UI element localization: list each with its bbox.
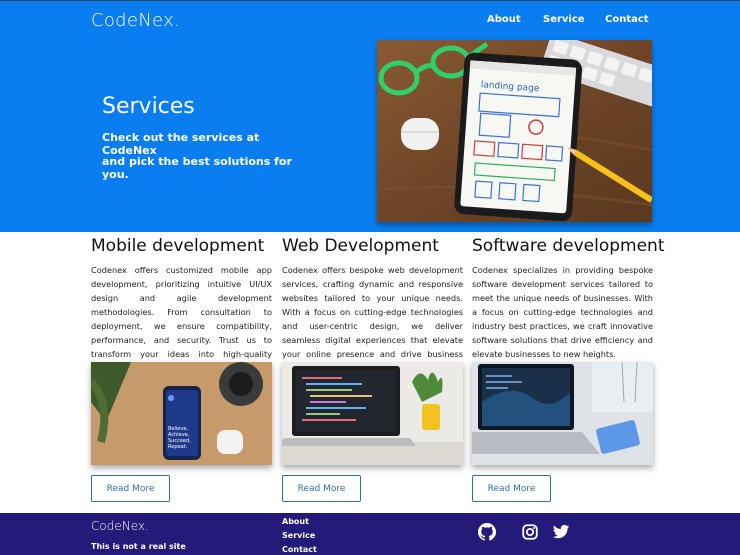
laptop-desk-image <box>472 362 653 465</box>
twitter-icon[interactable] <box>551 523 571 541</box>
main-nav: About Service Contact <box>0 14 740 28</box>
footer-links: About Service Contact <box>282 515 317 555</box>
instagram-icon[interactable] <box>521 523 539 541</box>
github-icon[interactable] <box>478 523 496 541</box>
service-description: Codenex offers bespoke web development s… <box>282 265 463 373</box>
nav-service-link[interactable]: Service <box>543 14 585 25</box>
page-title: Services <box>102 94 195 119</box>
read-more-button[interactable]: Read More <box>91 475 170 502</box>
service-description: Codenex offers customized mobile app dev… <box>91 265 272 373</box>
footer-service-link[interactable]: Service <box>282 529 317 543</box>
service-title: Mobile development <box>91 236 265 256</box>
mobile-phone-image: Believe, Achieve, Succeed, Repeat. <box>91 362 272 465</box>
service-card-mobile: Mobile development Codenex offers custom… <box>91 236 272 502</box>
service-title: Web Development <box>282 236 439 256</box>
service-title: Software development <box>472 236 665 256</box>
footer-disclaimer: This is not a real site <box>91 542 186 551</box>
footer-contact-link[interactable]: Contact <box>282 543 317 555</box>
hero-section: CodeNex. About Service Contact Services … <box>0 0 740 232</box>
footer-about-link[interactable]: About <box>282 515 317 529</box>
hero-subtitle-line2: and pick the best solutions for you. <box>102 155 292 181</box>
read-more-button[interactable]: Read More <box>472 475 551 502</box>
laptop-code-image <box>282 362 463 465</box>
read-more-button[interactable]: Read More <box>282 475 361 502</box>
footer: CodeNex. This is not a real site About S… <box>0 513 740 555</box>
top-border <box>0 0 740 1</box>
nav-about-link[interactable]: About <box>487 14 521 25</box>
nav-contact-link[interactable]: Contact <box>605 14 649 25</box>
service-description: Codenex specializes in providing bespoke… <box>472 265 653 359</box>
hero-image-tablet-wireframe: landing page <box>377 40 652 222</box>
service-card-web: Web Development Codenex offers bespoke w… <box>282 236 463 502</box>
footer-logo[interactable]: CodeNex. <box>91 519 149 533</box>
hero-subtitle-line1: Check out the services at CodeNex <box>102 131 260 157</box>
service-card-software: Software development Codenex specializes… <box>472 236 665 502</box>
